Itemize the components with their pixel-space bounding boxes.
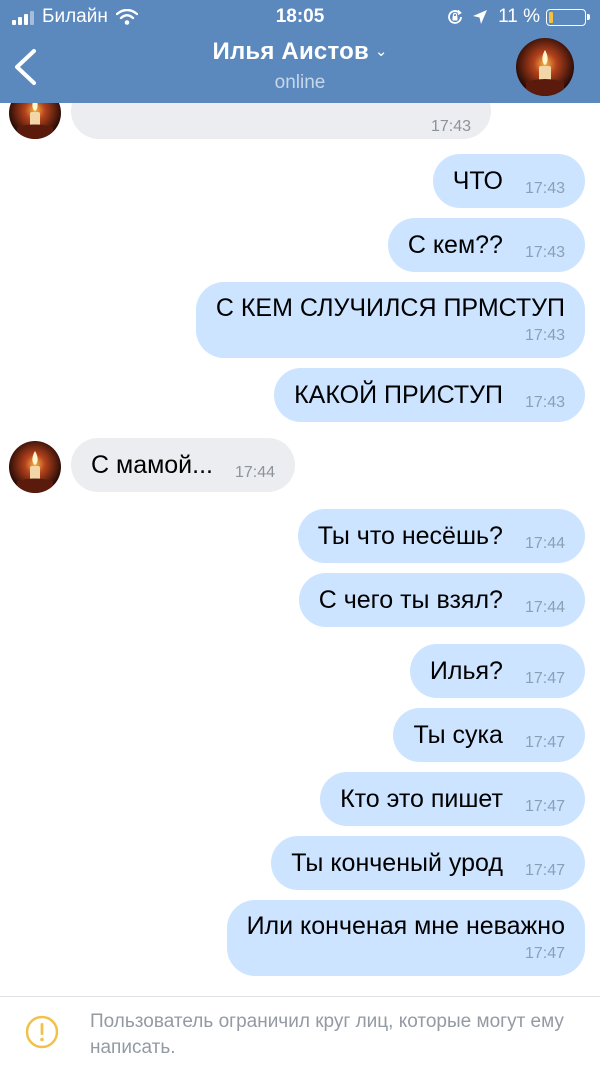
message-text: С чего ты взял? [318, 585, 503, 614]
candle-avatar-icon [9, 103, 61, 139]
rotation-lock-icon [448, 9, 462, 24]
message-list[interactable]: 17:43 ЧТО 17:43 С кем?? 17:43 С КЕМ СЛУЧ… [0, 103, 600, 996]
message-time: 17:47 [524, 862, 565, 879]
avatar[interactable] [516, 38, 574, 96]
message-bubble-outgoing[interactable]: Ты что несёшь? 17:44 [297, 509, 585, 563]
contact-status: online [274, 72, 326, 93]
message-time: 17:47 [524, 734, 565, 751]
write-restriction-notice: Пользователь ограничил круг лиц, которые… [0, 996, 600, 1067]
message-time: 17:47 [524, 670, 565, 687]
message-bubble-outgoing[interactable]: Ты конченый урод 17:47 [271, 836, 585, 890]
message-bubble-outgoing[interactable]: Илья? 17:47 [409, 644, 585, 698]
message-bubble-outgoing[interactable]: С кем?? 17:43 [387, 218, 585, 272]
message-bubble-outgoing[interactable]: Ты сука 17:47 [393, 708, 585, 762]
message-time: 17:43 [524, 327, 565, 344]
status-bar: Билайн 18:05 11 % [0, 0, 600, 34]
message-time: 17:47 [524, 798, 565, 815]
chevron-down-icon[interactable]: ⌄ [375, 43, 388, 60]
avatar[interactable] [9, 103, 61, 139]
contact-name[interactable]: Илья Аистов [213, 38, 369, 65]
battery-percent: 11 % [498, 6, 540, 27]
message-time: 17:44 [235, 464, 276, 481]
candle-avatar-icon [9, 441, 61, 493]
message-bubble-outgoing[interactable]: Или конченая мне неважно 17:47 [226, 900, 585, 976]
header-title-block[interactable]: Илья Аистов ⌄ online [0, 38, 600, 94]
message-text: С кем?? [407, 230, 503, 259]
message-text: Ты конченый урод [291, 848, 503, 877]
message-time: 17:43 [524, 394, 565, 411]
message-time: 17:44 [524, 535, 565, 552]
message-bubble-outgoing[interactable]: ЧТО 17:43 [432, 154, 585, 208]
message-time: 17:44 [524, 599, 565, 616]
message-bubble-incoming[interactable]: 17:43 [71, 103, 491, 139]
chat-header: Билайн 18:05 11 % Илья Аистов ⌄ online [0, 0, 600, 103]
battery-fill [549, 11, 553, 23]
restriction-text: Пользователь ограничил круг лиц, которые… [90, 1011, 564, 1058]
message-text: Ты сука [413, 720, 503, 749]
message-time: 17:43 [430, 118, 471, 135]
message-text: С мамой... [91, 450, 213, 479]
message-text: С КЕМ СЛУЧИЛСЯ ПРМСТУП [215, 294, 565, 322]
message-text: КАКОЙ ПРИСТУП [294, 380, 503, 409]
message-time: 17:43 [524, 180, 565, 197]
message-time: 17:43 [524, 244, 565, 261]
message-bubble-outgoing[interactable]: С КЕМ СЛУЧИЛСЯ ПРМСТУП 17:43 [195, 282, 585, 358]
location-icon [473, 10, 488, 24]
message-text: Или конченая мне неважно [246, 912, 565, 940]
message-bubble-outgoing[interactable]: Кто это пишет 17:47 [320, 772, 585, 826]
avatar[interactable] [9, 441, 61, 493]
message-text: ЧТО [452, 166, 503, 195]
message-bubble-outgoing[interactable]: С чего ты взял? 17:44 [298, 573, 585, 627]
message-text: Кто это пишет [340, 784, 503, 813]
message-bubble-incoming[interactable]: С мамой... 17:44 [71, 438, 296, 492]
warning-icon [25, 1015, 59, 1049]
battery-icon [546, 8, 590, 26]
status-right: 11 % [446, 6, 590, 28]
message-time: 17:47 [524, 945, 565, 962]
candle-avatar-icon [516, 38, 574, 96]
message-bubble-outgoing[interactable]: КАКОЙ ПРИСТУП 17:43 [274, 368, 585, 422]
message-text: Илья? [429, 656, 503, 685]
message-text: Ты что несёшь? [317, 521, 503, 550]
